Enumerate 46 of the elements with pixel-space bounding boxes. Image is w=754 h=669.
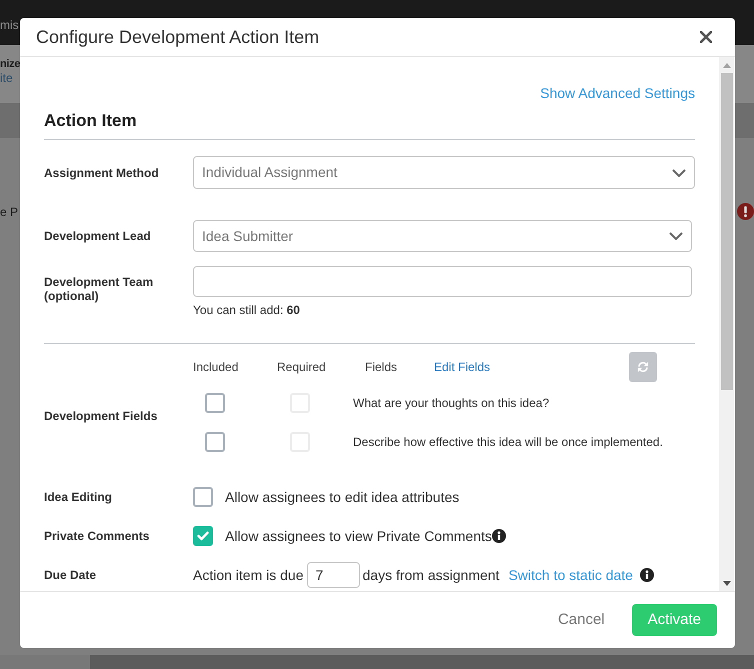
header-text: mis <box>0 17 19 33</box>
scrollbar[interactable] <box>719 57 734 591</box>
scroll-up-icon[interactable] <box>722 62 730 68</box>
advanced-settings-link[interactable]: Show Advanced Settings <box>540 84 695 102</box>
dialog-title: Configure Development Action Item <box>36 26 320 48</box>
refresh-icon <box>636 360 650 374</box>
checkbox-label: Allow assignees to view Private Comments <box>225 527 492 545</box>
scroll-down-icon[interactable] <box>722 580 730 586</box>
field-label: Assignment Method <box>44 166 160 180</box>
refresh-button[interactable] <box>629 352 657 382</box>
column-header: Included <box>193 360 238 374</box>
checkbox[interactable] <box>193 526 213 546</box>
checkbox[interactable] <box>205 432 225 452</box>
checkbox[interactable] <box>193 487 213 507</box>
checkbox[interactable] <box>205 392 225 412</box>
column-header: Fields <box>365 360 398 374</box>
field-label: Development Team (optional) <box>44 274 154 303</box>
field-label: Due Date <box>44 568 98 582</box>
info-icon <box>640 568 654 582</box>
field-label: Development Fields <box>44 408 158 423</box>
due-text: Action item is due <box>193 567 304 583</box>
scrollbar-thumb[interactable] <box>720 73 732 390</box>
field-label: Idea Editing <box>44 490 114 504</box>
dropdown[interactable]: Idea Submitter <box>193 220 692 252</box>
field-label: Development Lead <box>44 229 152 243</box>
static-date-link[interactable]: Switch to static date <box>508 567 633 583</box>
page-link[interactable]: ite <box>0 71 13 85</box>
edit-fields-link[interactable]: Edit Fields <box>434 358 490 376</box>
field-name: Describe how effective this idea will be once implemented. <box>353 434 663 450</box>
checkmark-icon <box>197 531 209 541</box>
dropdown[interactable]: Individual Assignment <box>193 156 695 189</box>
field-name: What are your thoughts on this idea? <box>353 394 550 412</box>
alert-icon <box>737 203 754 220</box>
field-label: Private Comments <box>44 529 150 543</box>
page-title: nize <box>0 57 20 71</box>
column-header: Required <box>277 360 326 374</box>
chevron-down-icon <box>672 168 686 176</box>
due-text: days from assignment <box>362 567 500 583</box>
section-title: Action Item <box>44 110 138 132</box>
checkbox-label: Allow assignees to edit idea attributes <box>225 488 460 506</box>
hint-text: You can still add: 60 <box>193 303 301 317</box>
close-icon[interactable] <box>700 31 712 43</box>
input-field[interactable] <box>193 266 692 297</box>
chevron-down-icon <box>669 232 683 240</box>
number-field[interactable]: 7 <box>306 562 360 588</box>
list-text: e P <box>0 204 18 220</box>
